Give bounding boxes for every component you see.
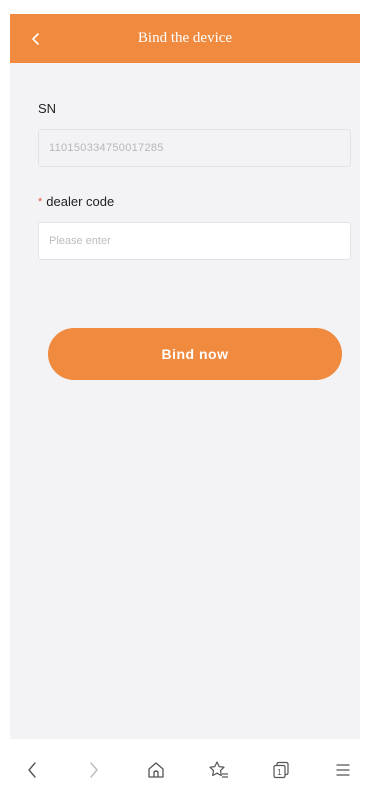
browser-forward-button[interactable] xyxy=(80,756,108,784)
bind-form: SN 110150334750017285 * dealer code xyxy=(10,101,360,260)
back-button[interactable] xyxy=(22,14,50,63)
page: Bind the device SN 110150334750017285 * … xyxy=(0,0,370,795)
sn-label: SN xyxy=(38,101,351,116)
menu-icon xyxy=(336,764,350,776)
header-bar: Bind the device xyxy=(10,14,360,63)
browser-toolbar: 1 xyxy=(0,745,370,795)
required-mark: * xyxy=(38,195,43,208)
tabs-icon: 1 xyxy=(273,761,289,779)
forward-arrow-icon xyxy=(90,762,98,778)
home-icon xyxy=(148,762,165,778)
favorites-icon xyxy=(208,761,228,778)
sn-label-text: SN xyxy=(38,101,57,116)
sn-value: 110150334750017285 xyxy=(49,142,164,154)
browser-tabs-button[interactable]: 1 xyxy=(267,756,295,784)
browser-home-button[interactable] xyxy=(142,756,170,784)
app-frame: Bind the device SN 110150334750017285 * … xyxy=(10,14,360,739)
browser-favorites-button[interactable] xyxy=(205,756,233,784)
dealer-code-label: * dealer code xyxy=(38,194,351,209)
chevron-left-icon xyxy=(32,32,39,45)
page-title: Bind the device xyxy=(137,30,233,46)
bind-now-button[interactable]: Bind now xyxy=(48,328,342,380)
dealer-code-label-text: dealer code xyxy=(46,194,115,209)
tab-count: 1 xyxy=(277,768,282,777)
back-arrow-icon xyxy=(28,762,36,778)
browser-menu-button[interactable] xyxy=(329,756,357,784)
sn-field: 110150334750017285 xyxy=(38,129,351,167)
dealer-code-input[interactable] xyxy=(38,222,351,260)
browser-back-button[interactable] xyxy=(18,756,46,784)
